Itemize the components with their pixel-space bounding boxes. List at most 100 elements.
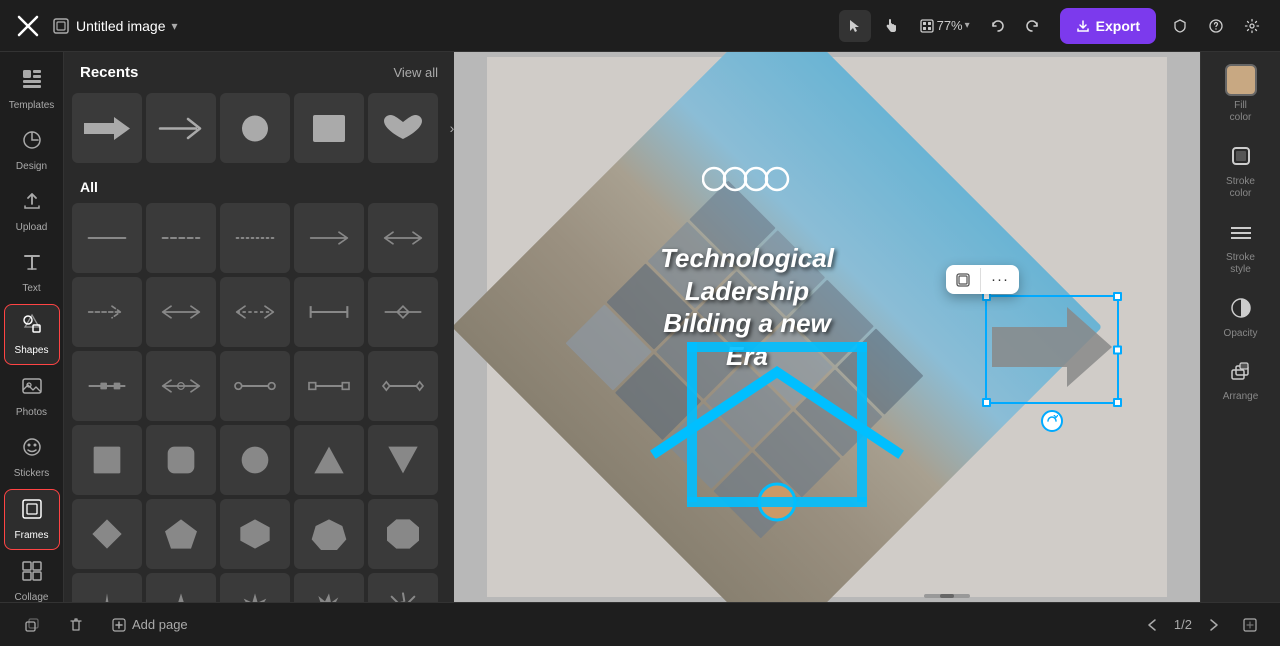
fill-color-swatch[interactable] (1225, 64, 1257, 96)
shape-handle-line[interactable] (72, 351, 142, 421)
arrange-icon[interactable] (1224, 355, 1256, 387)
redo-button[interactable] (1016, 10, 1048, 42)
recent-item-solid-arrow[interactable] (72, 93, 142, 163)
context-more-button[interactable]: ··· (981, 265, 1019, 294)
selected-arrow-shape[interactable] (987, 297, 1117, 402)
stroke-style-icon[interactable] (1225, 216, 1257, 248)
settings-icon-button[interactable] (1236, 10, 1268, 42)
help-icon-button[interactable] (1200, 10, 1232, 42)
recent-item-thin-arrow[interactable] (146, 93, 216, 163)
shape-pentagon[interactable] (146, 499, 216, 569)
audi-rings (702, 162, 802, 202)
duplicate-icon (24, 617, 40, 633)
fill-color-item[interactable]: Fillcolor (1225, 64, 1257, 124)
templates-label: Templates (9, 100, 55, 111)
cursor-tool-button[interactable] (839, 10, 871, 42)
shape-diamond-arrows[interactable] (146, 351, 216, 421)
shield-icon-button[interactable] (1164, 10, 1196, 42)
shape-6star[interactable] (220, 573, 290, 602)
shape-triangle-up[interactable] (294, 425, 364, 495)
sidebar-item-collage[interactable]: Collage (4, 552, 60, 602)
opacity-item[interactable]: Opacity (1224, 292, 1258, 339)
shape-sunburst[interactable] (368, 573, 438, 602)
title-chevron[interactable]: ▾ (172, 19, 178, 33)
bottom-bar: Add page 1/2 (0, 602, 1280, 646)
sidebar-item-shapes[interactable]: Shapes (4, 304, 60, 365)
shape-both-arrows[interactable] (146, 277, 216, 347)
sidebar-item-photos[interactable]: Photos (4, 367, 60, 426)
logo-button[interactable] (12, 10, 44, 42)
recent-item-square[interactable] (294, 93, 364, 163)
hand-tool-button[interactable] (875, 10, 907, 42)
shape-dashed-line[interactable] (146, 203, 216, 273)
sidebar-icon-bar: Templates Design Upload (0, 52, 64, 602)
expand-pages-button[interactable] (1236, 611, 1264, 639)
shape-circle-ends[interactable] (220, 351, 290, 421)
export-button[interactable]: Export (1060, 8, 1156, 44)
shape-dashed-arrow-right[interactable] (72, 277, 142, 347)
shapes-grid (64, 199, 454, 602)
photos-icon (21, 375, 43, 403)
shape-heptagon[interactable] (294, 499, 364, 569)
recent-item-heart[interactable] (368, 93, 438, 163)
canvas-icon (52, 17, 70, 35)
export-icon (1076, 19, 1090, 33)
shape-octagon[interactable] (368, 499, 438, 569)
delete-button[interactable] (60, 613, 92, 637)
context-replace-button[interactable] (946, 267, 980, 293)
sidebar-item-upload[interactable]: Upload (4, 182, 60, 241)
shapes-label: Shapes (15, 345, 49, 356)
canvas-scrollbar[interactable] (924, 594, 970, 598)
shape-5star[interactable] (146, 573, 216, 602)
shape-solid-line[interactable] (72, 203, 142, 273)
view-options-button[interactable]: 77% ▾ (911, 10, 978, 42)
sidebar-item-templates[interactable]: Templates (4, 60, 60, 119)
shape-4star[interactable] (72, 573, 142, 602)
all-label: All (80, 179, 98, 195)
page-prev-button[interactable] (1138, 611, 1166, 639)
add-page-button[interactable]: Add page (104, 613, 196, 636)
sidebar-item-stickers[interactable]: Stickers (4, 428, 60, 487)
shape-8star[interactable] (294, 573, 364, 602)
panel-header: Recents View all (64, 52, 454, 89)
stroke-color-item[interactable]: Strokecolor (1225, 140, 1257, 200)
stroke-style-item[interactable]: Strokestyle (1225, 216, 1257, 276)
add-page-label: Add page (132, 617, 188, 632)
shape-hexagon[interactable] (220, 499, 290, 569)
shape-bar-line[interactable] (294, 277, 364, 347)
stroke-color-icon[interactable] (1225, 140, 1257, 172)
shape-arrow-line[interactable] (294, 203, 364, 273)
sidebar-item-text[interactable]: Text (4, 243, 60, 302)
shape-triangle-down[interactable] (368, 425, 438, 495)
rotate-handle[interactable] (1041, 410, 1063, 432)
recents-scroll-right[interactable]: › (442, 93, 454, 163)
opacity-label: Opacity (1224, 328, 1258, 339)
undo-redo-group (982, 10, 1048, 42)
duplicate-button[interactable] (16, 613, 48, 637)
document-title[interactable]: Untitled image (76, 18, 166, 34)
shape-diamond[interactable] (72, 499, 142, 569)
arrange-item[interactable]: Arrange (1223, 355, 1259, 402)
shape-dashed-both-arrows[interactable] (220, 277, 290, 347)
view-all-button[interactable]: View all (393, 65, 438, 80)
canvas-area[interactable]: Technological Ladership Bilding a new Er… (454, 52, 1200, 602)
shape-dotted-line[interactable] (220, 203, 290, 273)
handle-bottom-right[interactable] (1113, 398, 1122, 407)
shape-square[interactable] (72, 425, 142, 495)
text-icon (21, 251, 43, 279)
opacity-icon[interactable] (1225, 292, 1257, 324)
recent-item-circle[interactable] (220, 93, 290, 163)
shape-diamond-ends[interactable] (368, 351, 438, 421)
sidebar-item-frames[interactable]: Frames (4, 489, 60, 550)
shape-double-arrow-line[interactable] (368, 203, 438, 273)
shape-square-ends[interactable] (294, 351, 364, 421)
shape-circle[interactable] (220, 425, 290, 495)
shape-diamond-line[interactable] (368, 277, 438, 347)
design-icon (21, 129, 43, 157)
blue-structure (647, 322, 907, 537)
undo-button[interactable] (982, 10, 1014, 42)
page-next-button[interactable] (1200, 611, 1228, 639)
fill-color-label: Fillcolor (1230, 100, 1252, 124)
sidebar-item-design[interactable]: Design (4, 121, 60, 180)
shape-rounded-square[interactable] (146, 425, 216, 495)
